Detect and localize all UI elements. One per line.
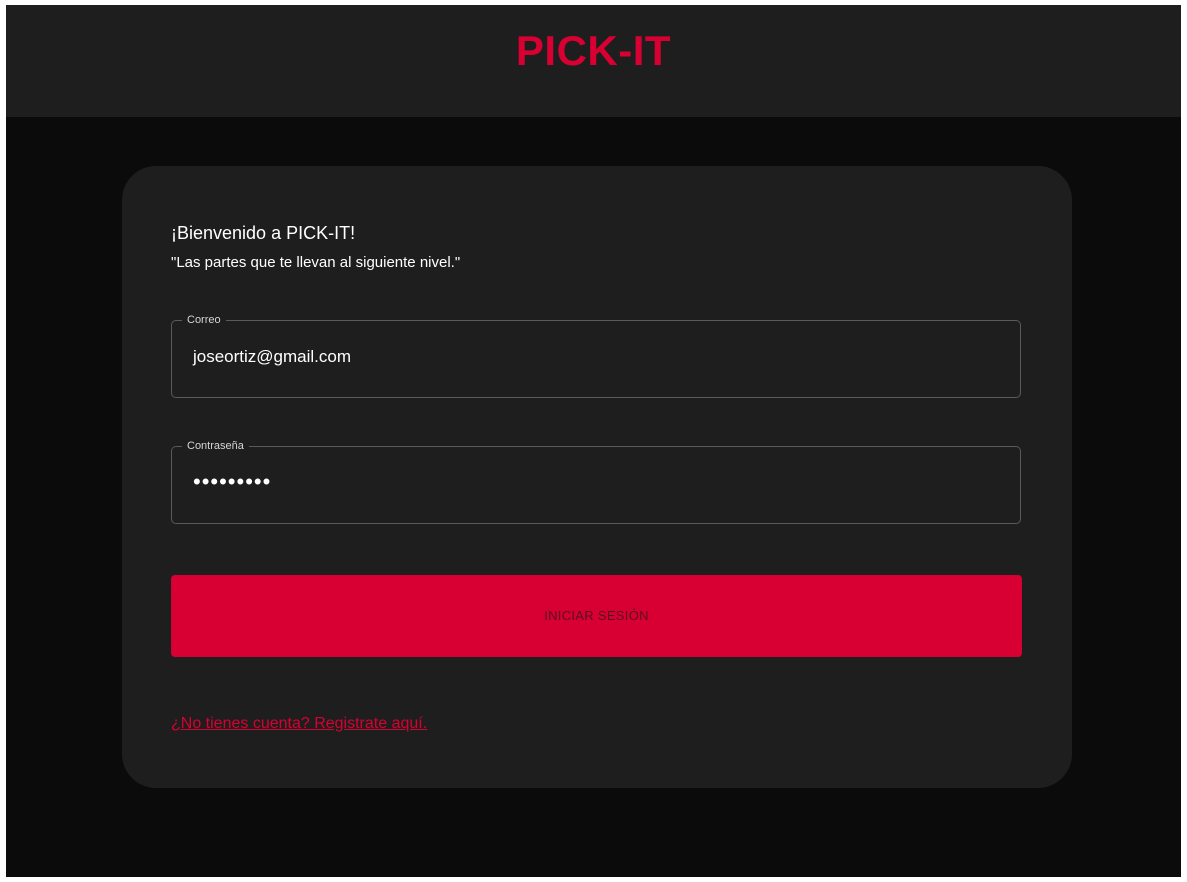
tagline-text: "Las partes que te llevan al siguiente n… bbox=[171, 254, 461, 271]
brand-logo-text: PICK-IT bbox=[515, 27, 672, 74]
email-field-label: Correo bbox=[182, 312, 226, 328]
login-card: ¡Bienvenido a PICK-IT! "Las partes que t… bbox=[122, 166, 1072, 788]
welcome-heading: ¡Bienvenido a PICK-IT! bbox=[171, 223, 356, 243]
password-field-label: Contraseña bbox=[182, 438, 249, 454]
app-window: PICK-IT ¡Bienvenido a PICK-IT! "Las part… bbox=[6, 5, 1181, 877]
email-field-value[interactable]: joseortiz@gmail.com bbox=[193, 347, 351, 367]
top-bar: PICK-IT bbox=[6, 5, 1181, 117]
login-button[interactable]: INICIAR SESIÓN bbox=[171, 575, 1022, 657]
email-field[interactable]: Correo joseortiz@gmail.com bbox=[171, 312, 1021, 398]
register-link[interactable]: ¿No tienes cuenta? Registrate aquí. bbox=[171, 715, 427, 733]
password-field-value[interactable]: ••••••••• bbox=[193, 469, 271, 495]
password-field[interactable]: Contraseña ••••••••• bbox=[171, 438, 1021, 524]
